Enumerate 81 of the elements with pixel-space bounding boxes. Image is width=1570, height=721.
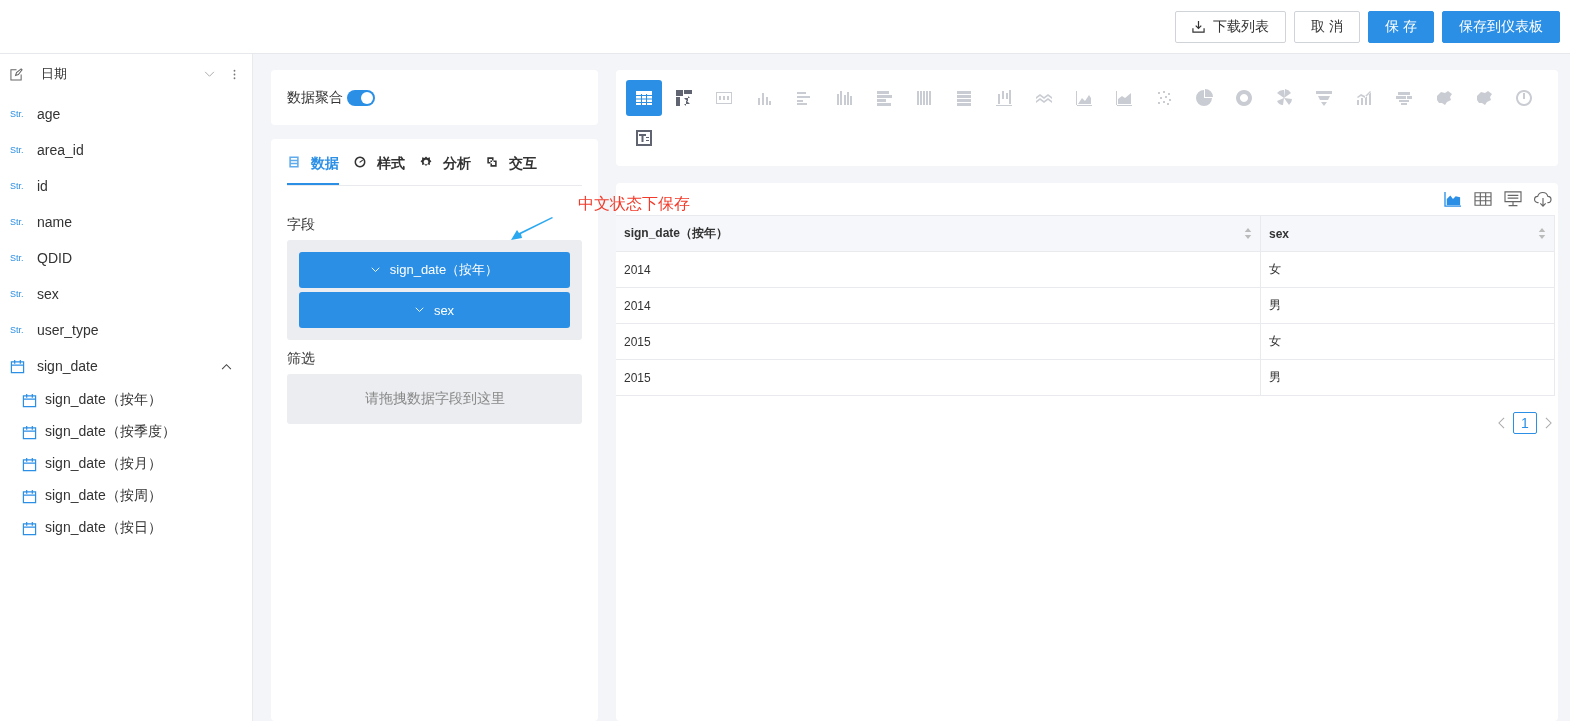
field-item[interactable]: area_id <box>37 142 84 158</box>
style-tab-icon <box>353 155 367 169</box>
sidebar-title: 日期 <box>41 65 68 83</box>
section-label: 筛选 <box>287 350 315 368</box>
map-chart-icon <box>1434 88 1454 108</box>
table-cell-text: 男 <box>1268 369 1282 386</box>
config-tab[interactable]: 分析 <box>419 152 471 185</box>
download-icon <box>1192 20 1206 33</box>
field-item[interactable]: user_type <box>37 322 99 338</box>
stack-area-chart-icon <box>1114 88 1134 108</box>
calendar-icon <box>10 358 25 374</box>
pivot-chart-icon <box>674 88 694 108</box>
toolbar-button[interactable]: 取 消 <box>1294 10 1361 43</box>
column-header[interactable]: sex <box>1261 216 1554 251</box>
field-item[interactable]: name <box>37 214 73 230</box>
field-item[interactable]: sign_date（按周） <box>45 487 162 505</box>
calendar-icon <box>22 520 37 536</box>
interaction-tab-icon <box>485 155 499 169</box>
field-item[interactable]: sign_date（按年） <box>45 391 162 409</box>
chevron-down-icon <box>370 267 380 273</box>
type-label: Str. <box>10 289 25 299</box>
percent-hbar-chart-icon <box>954 88 974 108</box>
chevron-up-icon[interactable] <box>221 362 232 370</box>
combo-chart-icon <box>1354 88 1374 108</box>
toolbar-button[interactable]: 下载列表 <box>1175 10 1287 43</box>
type-label: Str. <box>10 145 25 155</box>
type-label: Str. <box>10 253 25 263</box>
area-chart-icon <box>1074 88 1094 108</box>
text-chart-icon <box>634 128 654 148</box>
field-group[interactable]: sign_date <box>37 358 98 374</box>
pie-chart-icon <box>1194 88 1214 108</box>
more-icon[interactable] <box>233 67 236 81</box>
field-item[interactable]: sex <box>37 286 59 302</box>
field-item[interactable]: QDID <box>37 250 72 266</box>
funnel-chart-icon <box>1314 88 1334 108</box>
rose-chart-icon <box>1274 88 1294 108</box>
calendar-icon <box>22 488 37 504</box>
group-bar-chart-icon <box>834 88 854 108</box>
field-item[interactable]: id <box>37 178 48 194</box>
previous-page-icon[interactable] <box>1498 417 1505 429</box>
type-label: Str. <box>10 181 25 191</box>
column-header[interactable]: sign_date（按年） <box>616 216 1261 251</box>
type-label: Str. <box>10 109 25 119</box>
sort-icon[interactable] <box>1244 227 1252 240</box>
stack-hbar-chart-icon <box>874 88 894 108</box>
donut-chart-icon <box>1234 88 1254 108</box>
table-cell-text: 女 <box>1268 261 1282 278</box>
toggle-switch[interactable] <box>347 89 375 106</box>
config-tab[interactable]: 样式 <box>353 152 405 185</box>
table-chart-icon <box>634 88 654 108</box>
type-label: Str. <box>10 217 25 227</box>
gauge-chart-icon <box>1514 88 1534 108</box>
chart-type-button[interactable] <box>626 80 662 116</box>
waterfall-chart-icon <box>994 88 1014 108</box>
chevron-down-icon[interactable] <box>204 70 215 78</box>
calendar-icon <box>22 392 37 408</box>
table-cell: 2014 <box>616 288 1261 323</box>
table-cell: 2015 <box>616 360 1261 395</box>
data-tab-icon <box>287 155 301 169</box>
table-cell: 2015 <box>616 324 1261 359</box>
chevron-down-icon <box>414 307 424 313</box>
section-label: 字段 <box>287 216 315 234</box>
next-page-icon[interactable] <box>1545 417 1552 429</box>
calendar-icon <box>22 456 37 472</box>
map-chart-icon <box>1474 88 1494 108</box>
stack-bar-chart-icon <box>914 88 934 108</box>
field-item[interactable]: sign_date（按季度） <box>45 423 176 441</box>
annotation-arrow <box>509 216 555 242</box>
calendar-icon <box>22 424 37 440</box>
table-cell-text: 女 <box>1268 333 1282 350</box>
type-label: Str. <box>10 325 25 335</box>
config-tab[interactable]: 交互 <box>485 152 537 185</box>
field-item[interactable]: age <box>37 106 61 122</box>
edit-icon[interactable] <box>10 67 23 81</box>
field-item[interactable]: sign_date（按月） <box>45 455 162 473</box>
annotation-text: 中文状态下保存 <box>578 194 690 214</box>
table-cell-text: 男 <box>1268 297 1282 314</box>
aggregation-label: 数据聚合 <box>287 88 343 107</box>
field-item[interactable]: sign_date（按日） <box>45 519 162 537</box>
sort-icon[interactable] <box>1538 227 1546 240</box>
table-cell: 2014 <box>616 252 1261 287</box>
